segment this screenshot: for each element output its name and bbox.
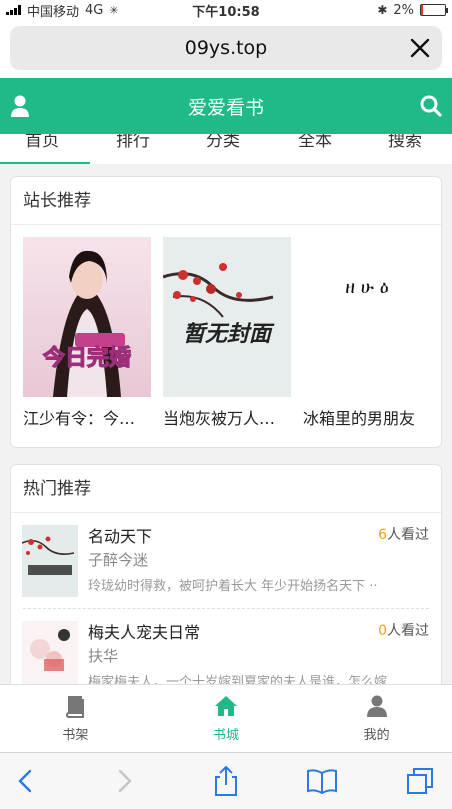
share-icon[interactable]	[210, 765, 242, 797]
book-title[interactable]: 江少有令：今…	[23, 405, 151, 429]
book-cover[interactable]: 暂无封面	[163, 237, 291, 397]
book-title[interactable]: 冰箱里的男朋友	[303, 405, 431, 429]
view-count: 6人看过	[378, 527, 429, 543]
home-icon	[215, 696, 237, 716]
book-item[interactable]: ዘ ሁ ዕ 冰箱里的男朋友	[303, 237, 431, 429]
book-thumbnail[interactable]	[22, 525, 78, 597]
active-tab-indicator	[0, 162, 90, 164]
book-author: 子醉今迷	[88, 551, 149, 569]
book-thumbnail[interactable]	[22, 621, 78, 693]
bookmarks-icon[interactable]	[306, 765, 338, 797]
book-item[interactable]: 暂无封面 当炮灰被万人…	[163, 237, 291, 429]
bluetooth-icon: ✱	[377, 3, 388, 17]
tab-home[interactable]: 首页	[25, 134, 59, 156]
book-name[interactable]: 名动天下	[88, 523, 152, 547]
book-cover[interactable]: 今日完婚	[23, 237, 151, 397]
tab-search[interactable]: 搜索	[388, 134, 422, 156]
hot-title: 热门推荐	[11, 465, 441, 513]
nav-bookstore[interactable]: 书城	[151, 685, 302, 752]
nav-mine[interactable]: 我的	[301, 685, 452, 752]
bottom-nav: 书架 书城 我的	[0, 684, 452, 752]
forward-icon[interactable]	[108, 765, 140, 797]
battery-icon	[420, 4, 448, 16]
cover-text: 暂无封面	[183, 321, 275, 347]
hot-section: 热门推荐 名动天下 6人看过 子醉今迷 玲珑幼时得救，被呵护着长大 年少开始扬名…	[10, 464, 442, 694]
recommend-title: 站长推荐	[11, 177, 441, 225]
close-icon[interactable]	[408, 36, 432, 60]
tabs-icon[interactable]	[404, 765, 436, 797]
browser-toolbar	[0, 752, 452, 809]
book-description: 玲珑幼时得救，被呵护着长大 年少开始扬名天下 ··	[88, 579, 378, 594]
nav-bookshelf[interactable]: 书架	[0, 685, 151, 752]
user-icon	[366, 695, 387, 717]
recommend-section: 站长推荐 今日完婚 江少有令：今… 暂无封面 当炮灰被万人… ዘ ሁ ዕ 冰箱里…	[10, 176, 442, 448]
user-icon[interactable]	[10, 94, 30, 118]
category-tabs: 首页 排行 分类 全本 搜索	[0, 134, 452, 164]
book-title[interactable]: 当炮灰被万人…	[163, 405, 291, 429]
site-header: 爱爱看书	[0, 78, 452, 134]
list-item[interactable]: 梅夫人宠夫日常 0人看过 扶华 梅家梅夫人，一个十岁嫁到夏家的夫人是谁，怎么嫁	[22, 609, 429, 693]
url-text: 09ys.top	[184, 37, 268, 59]
tab-complete[interactable]: 全本	[298, 134, 332, 156]
book-cover[interactable]: ዘ ሁ ዕ	[303, 237, 431, 397]
url-bar[interactable]: 09ys.top	[10, 26, 442, 70]
status-bar: 下午10:58 中国移动 4G ✳ ✱ 2%	[0, 0, 452, 20]
list-item[interactable]: 名动天下 6人看过 子醉今迷 玲珑幼时得救，被呵护着长大 年少开始扬名天下 ··	[22, 513, 429, 609]
view-count: 0人看过	[378, 623, 429, 639]
book-item[interactable]: 今日完婚 江少有令：今…	[23, 237, 151, 429]
tab-ranking[interactable]: 排行	[116, 134, 150, 156]
cover-text: 今日完婚	[43, 345, 131, 371]
back-icon[interactable]	[10, 765, 42, 797]
cover-text: ዘ ሁ ዕ	[345, 277, 389, 298]
book-icon	[66, 696, 85, 718]
browser-address-area: 09ys.top	[0, 20, 452, 78]
book-author: 扶华	[88, 647, 119, 665]
book-name[interactable]: 梅夫人宠夫日常	[88, 619, 200, 643]
battery-percent: 2%	[393, 2, 414, 18]
site-title: 爱爱看书	[187, 96, 264, 119]
search-icon[interactable]	[420, 95, 442, 117]
tab-category[interactable]: 分类	[206, 134, 240, 156]
